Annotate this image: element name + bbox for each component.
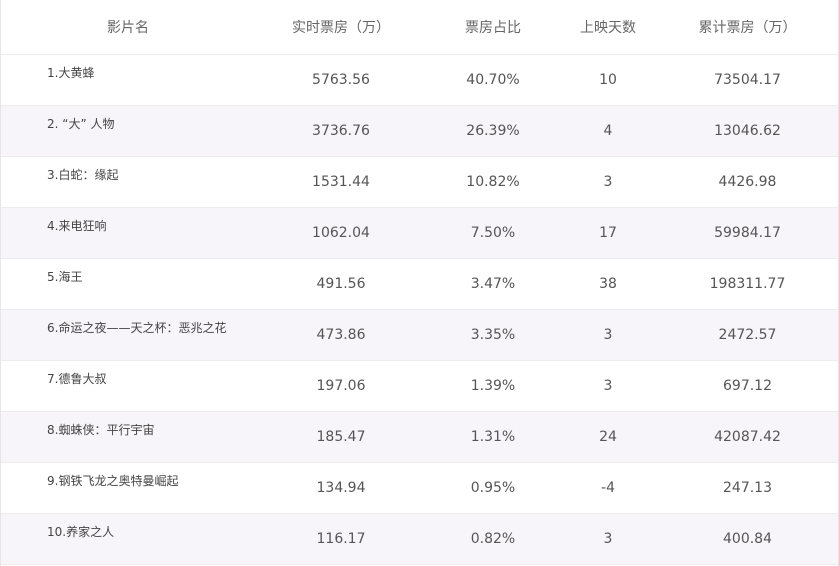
movie-name-cell: 3.白蛇：缘起 bbox=[47, 167, 119, 182]
movie-name-cell: 4.来电狂响 bbox=[47, 218, 107, 233]
header-realtime-box-office: 实时票房（万） bbox=[255, 0, 427, 55]
total-box-office-cell: 73504.17 bbox=[714, 71, 781, 88]
realtime-box-office-cell: 116.17 bbox=[316, 530, 366, 547]
table-row: 3.白蛇：缘起 1531.44 10.82% 3 4426.98 bbox=[1, 156, 838, 207]
header-box-office-share: 票房占比 bbox=[427, 0, 559, 55]
box-office-share-cell: 0.82% bbox=[470, 530, 516, 547]
table-row: 1.大黄蜂 5763.56 40.70% 10 73504.17 bbox=[1, 54, 838, 105]
days-showing-cell: 3 bbox=[603, 530, 613, 547]
table-row: 9.钢铁飞龙之奥特曼崛起 134.94 0.95% -4 247.13 bbox=[1, 462, 838, 513]
table-row: 4.来电狂响 1062.04 7.50% 17 59984.17 bbox=[1, 207, 838, 258]
header-movie-name: 影片名 bbox=[1, 0, 255, 55]
movie-name-cell: 9.钢铁飞龙之奥特曼崛起 bbox=[47, 473, 179, 488]
header-row: 影片名 实时票房（万） 票房占比 上映天数 累计票房（万） bbox=[1, 0, 838, 55]
box-office-share-cell: 7.50% bbox=[470, 224, 516, 241]
total-box-office-cell: 4426.98 bbox=[718, 173, 777, 190]
realtime-box-office-cell: 1531.44 bbox=[312, 173, 370, 190]
realtime-box-office-cell: 3736.76 bbox=[312, 122, 370, 139]
table-row: 6.命运之夜——天之杯：恶兆之花 473.86 3.35% 3 2472.57 bbox=[1, 309, 838, 360]
days-showing-cell: 38 bbox=[599, 275, 617, 292]
realtime-box-office-cell: 473.86 bbox=[316, 326, 366, 343]
box-office-share-cell: 40.70% bbox=[466, 71, 520, 88]
total-box-office-cell: 198311.77 bbox=[709, 275, 786, 292]
table-row: 2. “大” 人物 3736.76 26.39% 4 13046.62 bbox=[1, 105, 838, 156]
days-showing-cell: -4 bbox=[601, 479, 615, 496]
box-office-table: 影片名 实时票房（万） 票房占比 上映天数 累计票房（万） 1.大黄蜂 5763… bbox=[1, 0, 838, 565]
days-showing-cell: 4 bbox=[603, 122, 613, 139]
realtime-box-office-cell: 5763.56 bbox=[312, 71, 370, 88]
movie-name-cell: 10.养家之人 bbox=[47, 524, 115, 539]
days-showing-cell: 10 bbox=[599, 71, 617, 88]
header-total-box-office: 累计票房（万） bbox=[657, 0, 838, 55]
box-office-share-cell: 10.82% bbox=[466, 173, 520, 190]
box-office-share-cell: 26.39% bbox=[466, 122, 520, 139]
total-box-office-cell: 400.84 bbox=[723, 530, 772, 547]
movie-name-cell: 6.命运之夜——天之杯：恶兆之花 bbox=[47, 320, 227, 335]
table-header: 影片名 实时票房（万） 票房占比 上映天数 累计票房（万） bbox=[1, 0, 838, 55]
total-box-office-cell: 13046.62 bbox=[714, 122, 781, 139]
total-box-office-cell: 59984.17 bbox=[714, 224, 781, 241]
box-office-panel: 影片名 实时票房（万） 票房占比 上映天数 累计票房（万） 1.大黄蜂 5763… bbox=[0, 0, 839, 566]
movie-name-cell: 2. “大” 人物 bbox=[47, 116, 115, 131]
movie-name-cell: 5.海王 bbox=[47, 269, 83, 284]
table-body: 1.大黄蜂 5763.56 40.70% 10 73504.17 2. “大” … bbox=[1, 54, 838, 564]
days-showing-cell: 3 bbox=[603, 377, 613, 394]
box-office-share-cell: 0.95% bbox=[470, 479, 516, 496]
realtime-box-office-cell: 491.56 bbox=[316, 275, 366, 292]
table-row: 5.海王 491.56 3.47% 38 198311.77 bbox=[1, 258, 838, 309]
header-days-showing: 上映天数 bbox=[559, 0, 657, 55]
total-box-office-cell: 42087.42 bbox=[714, 428, 781, 445]
realtime-box-office-cell: 1062.04 bbox=[312, 224, 370, 241]
days-showing-cell: 3 bbox=[603, 173, 613, 190]
realtime-box-office-cell: 197.06 bbox=[316, 377, 366, 394]
movie-name-cell: 8.蜘蛛侠：平行宇宙 bbox=[47, 422, 155, 437]
total-box-office-cell: 697.12 bbox=[723, 377, 772, 394]
days-showing-cell: 3 bbox=[603, 326, 613, 343]
total-box-office-cell: 2472.57 bbox=[718, 326, 777, 343]
movie-name-cell: 7.德鲁大叔 bbox=[47, 371, 107, 386]
box-office-share-cell: 1.39% bbox=[470, 377, 516, 394]
days-showing-cell: 24 bbox=[599, 428, 617, 445]
realtime-box-office-cell: 185.47 bbox=[316, 428, 366, 445]
days-showing-cell: 17 bbox=[599, 224, 617, 241]
movie-name-cell: 1.大黄蜂 bbox=[47, 65, 95, 80]
box-office-share-cell: 3.35% bbox=[470, 326, 516, 343]
box-office-share-cell: 3.47% bbox=[470, 275, 516, 292]
realtime-box-office-cell: 134.94 bbox=[316, 479, 366, 496]
table-row: 10.养家之人 116.17 0.82% 3 400.84 bbox=[1, 513, 838, 564]
table-row: 8.蜘蛛侠：平行宇宙 185.47 1.31% 24 42087.42 bbox=[1, 411, 838, 462]
total-box-office-cell: 247.13 bbox=[723, 479, 772, 496]
table-row: 7.德鲁大叔 197.06 1.39% 3 697.12 bbox=[1, 360, 838, 411]
box-office-share-cell: 1.31% bbox=[470, 428, 516, 445]
